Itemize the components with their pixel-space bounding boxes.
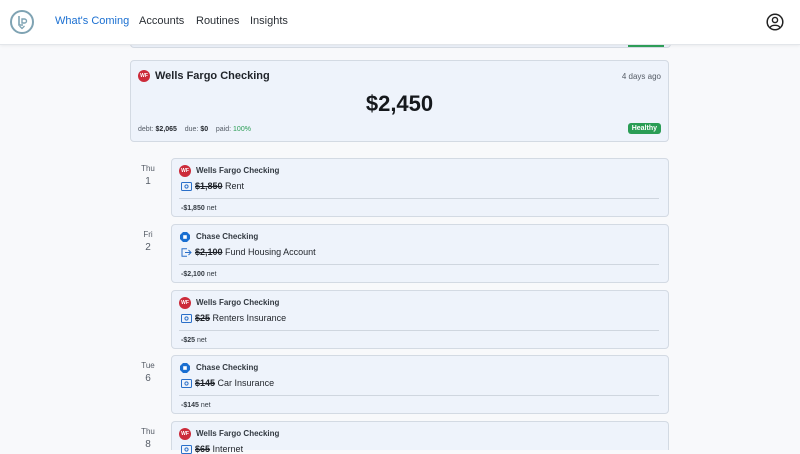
transaction-net: -$1,850 net <box>181 205 216 212</box>
app-logo-icon[interactable] <box>10 10 34 34</box>
day-of-week: Thu <box>141 164 155 173</box>
paid-label: paid: <box>215 126 232 133</box>
transaction-name: Renters Insurance <box>212 313 287 323</box>
account-name-label: Wells Fargo Checking <box>155 70 270 82</box>
account-label: Chase Checking <box>196 232 259 242</box>
transaction-card[interactable]: Chase Checking $145 Car Insurance -$145 … <box>171 355 669 414</box>
transaction-account: Chase Checking <box>179 231 258 243</box>
transaction-account: WF Wells Fargo Checking <box>179 165 279 177</box>
user-account-icon[interactable] <box>766 13 784 31</box>
bill-icon <box>181 379 192 389</box>
transaction-account: Chase Checking <box>179 362 258 374</box>
nav-accounts[interactable]: Accounts <box>139 15 184 27</box>
transaction-line: $145 Car Insurance <box>181 378 275 389</box>
transaction-name: Internet <box>212 444 244 454</box>
net-value: -$2,100 <box>181 271 205 278</box>
wells-fargo-icon: WF <box>179 297 191 309</box>
net-value: -$145 <box>181 402 199 409</box>
transaction-net: -$145 net <box>181 402 211 409</box>
transfer-icon <box>181 248 192 257</box>
transaction-card[interactable]: WF Wells Fargo Checking $1,850 Rent -$1,8… <box>171 158 669 217</box>
status-badge: Healthy <box>627 123 661 134</box>
net-label: net <box>200 402 211 409</box>
account-label: Wells Fargo Checking <box>196 429 280 439</box>
day-number: 2 <box>145 242 151 253</box>
account-label: Chase Checking <box>196 363 259 373</box>
nav-insights[interactable]: Insights <box>250 15 288 27</box>
due-label: due: <box>184 126 199 133</box>
day-label: Tue 6 <box>134 361 162 384</box>
transaction-line: $25 Renters Insurance <box>181 313 287 324</box>
transaction-amount: $65 <box>195 444 211 454</box>
transaction-card[interactable]: WF Wells Fargo Checking $25 Renters Insur… <box>171 290 669 349</box>
chase-icon <box>180 363 190 373</box>
day-of-week: Thu <box>141 427 155 436</box>
wells-fargo-icon: WF <box>179 165 191 177</box>
transaction-name: Fund Housing Account <box>225 247 316 257</box>
net-label: net <box>196 337 207 344</box>
net-value: -$25 <box>181 337 196 344</box>
divider <box>179 264 659 265</box>
transaction-amount: $1,850 <box>195 181 223 191</box>
account-label: Wells Fargo Checking <box>196 166 280 176</box>
transaction-amount: $2,100 <box>195 247 223 257</box>
transaction-line: $65 Internet <box>181 444 243 454</box>
transaction-name: Rent <box>225 181 245 191</box>
transaction-account: WF Wells Fargo Checking <box>179 428 279 440</box>
divider <box>179 395 659 396</box>
account-balance: $2,450 <box>365 91 434 116</box>
transaction-card[interactable]: WF Wells Fargo Checking $65 Internet <box>171 421 669 454</box>
account-name: WF Wells Fargo Checking <box>138 70 270 83</box>
net-value: -$1,850 <box>181 205 205 212</box>
transaction-name: Car Insurance <box>217 378 275 388</box>
day-number: 8 <box>145 439 151 450</box>
transaction-amount: $145 <box>195 378 216 388</box>
transaction-net: -$2,100 net <box>181 271 216 278</box>
day-label: Thu 8 <box>134 427 162 450</box>
account-summary-card[interactable]: WF Wells Fargo Checking 4 days ago $2,450… <box>130 60 669 142</box>
nav-routines[interactable]: Routines <box>196 15 239 27</box>
net-label: net <box>206 271 217 278</box>
transaction-line: $2,100 Fund Housing Account <box>181 247 316 257</box>
net-label: net <box>206 205 217 212</box>
divider <box>179 330 659 331</box>
due-value: $0 <box>200 126 209 133</box>
transaction-amount: $25 <box>195 313 211 323</box>
transaction-line: $1,850 Rent <box>181 181 245 192</box>
bill-icon <box>181 314 192 324</box>
day-label: Thu 1 <box>134 164 162 187</box>
paid-value: 100% <box>233 126 251 133</box>
day-of-week: Tue <box>141 361 155 370</box>
top-nav: What's Coming Accounts Routines Insights <box>0 0 800 45</box>
day-label: Fri 2 <box>134 230 162 253</box>
divider <box>179 198 659 199</box>
wells-fargo-icon: WF <box>179 428 191 440</box>
transaction-account: WF Wells Fargo Checking <box>179 297 279 309</box>
day-number: 6 <box>145 373 151 384</box>
wells-fargo-icon: WF <box>138 70 150 83</box>
day-number: 1 <box>145 176 151 187</box>
debt-label: debt: <box>138 126 154 133</box>
nav-whats-coming[interactable]: What's Coming <box>55 15 129 27</box>
day-of-week: Fri <box>143 230 153 239</box>
chase-icon <box>180 232 190 242</box>
transaction-card[interactable]: Chase Checking $2,100 Fund Housing Accou… <box>171 224 669 283</box>
debt-value: $2,065 <box>155 126 177 133</box>
bill-icon <box>181 182 192 192</box>
account-label: Wells Fargo Checking <box>196 298 280 308</box>
account-stats: debt: $2,065 due: $0 paid: 100% <box>138 126 251 133</box>
last-updated: 4 days ago <box>621 72 661 81</box>
transaction-net: -$25 net <box>181 337 207 344</box>
